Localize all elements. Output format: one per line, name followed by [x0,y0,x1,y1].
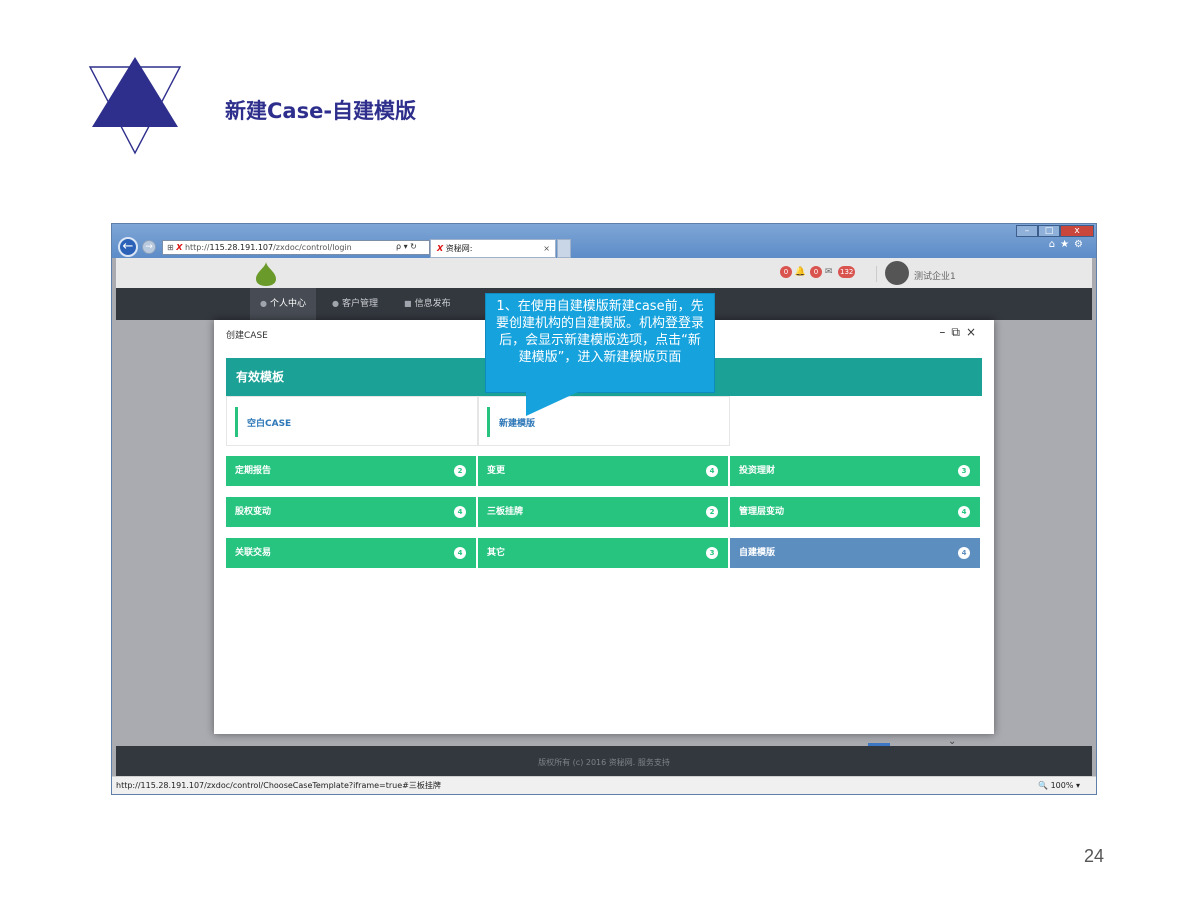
document-icon: ■ [404,299,412,308]
close-icon[interactable]: × [966,325,982,339]
callout-tail [526,392,578,416]
minimize-icon[interactable]: – [939,325,951,339]
forward-button[interactable]: → [142,240,156,254]
tile-custom-template[interactable]: 自建模版 4 [730,538,980,568]
nav-item-personal-center[interactable]: ● 个人中心 [250,288,316,320]
new-tab-button[interactable] [557,239,571,258]
tile-count: 4 [958,506,970,518]
tile-neeq-listing[interactable]: 三板挂牌 2 [478,497,728,527]
tile-count: 4 [454,547,466,559]
browser-titlebar: – □ x ← → ⊞ X http://115.28.191.107/zxdo… [112,224,1096,258]
nav-label: 个人中心 [269,299,306,309]
tile-periodic-report[interactable]: 定期报告 2 [226,456,476,486]
address-bar[interactable]: ⊞ X http://115.28.191.107/zxdoc/control/… [162,240,430,255]
tile-related-transaction[interactable]: 关联交易 4 [226,538,476,568]
message-icon[interactable]: 0 ✉ [810,266,832,278]
home-favorites-settings-icons[interactable]: ⌂★⚙ [1049,239,1088,250]
tab-close-icon[interactable]: × [543,240,550,257]
nav-label: 客户管理 [341,299,378,309]
tile-investment[interactable]: 投资理财 3 [730,456,980,486]
user-name[interactable]: 测试企业1 [914,269,956,282]
maximize-button[interactable]: □ [1038,225,1060,237]
tile-label: 三板挂牌 [487,507,524,517]
slide-title: 新建Case-自建模版 [225,99,417,123]
page-number: 24 [1083,846,1104,866]
tile-count: 4 [706,465,718,477]
new-template-card[interactable]: 新建模版 [478,396,730,446]
expand-icon[interactable]: ⧉ [951,325,966,339]
tab-label: 资秘网: [445,244,473,253]
card-accent [487,407,490,437]
card-accent [235,407,238,437]
blank-case-card[interactable]: 空白CASE [226,396,478,446]
nav-item-info-publish[interactable]: ■ 信息发布 [394,288,461,320]
close-window-button[interactable]: x [1060,225,1094,237]
nav-label: 信息发布 [414,299,451,309]
tile-count: 4 [454,506,466,518]
chat-icon: ● [332,299,339,308]
task-badge: 132 [838,266,856,278]
tile-label: 自建模版 [739,548,776,558]
tile-label: 其它 [487,548,506,558]
tile-label: 股权变动 [235,507,272,517]
message-badge: 0 [810,266,822,278]
back-button[interactable]: ← [118,237,138,257]
modal-controls: –⧉× [939,325,982,340]
zoom-value: 100% [1050,781,1074,790]
callout-annotation: 1、在使用自建模版新建case前，先要创建机构的自建模版。机构登登录后，会显示新… [485,293,715,393]
tile-label: 管理层变动 [739,507,785,517]
tile-count: 2 [706,506,718,518]
url-host: 115.28.191.107 [209,243,274,252]
tile-count: 2 [454,465,466,477]
app-footer: 版权所有 (c) 2016 资秘网. 服务支持 [116,746,1092,776]
notification-bell[interactable]: 0 🔔 [780,266,806,278]
notification-badge: 0 [780,266,792,278]
app-header: 0 🔔 0 ✉ 132 测试企业1 [116,258,1092,288]
tile-label: 定期报告 [235,466,272,476]
search-refresh-icons[interactable]: ρ ▾ ↻ [396,240,417,253]
browser-tab[interactable]: X 资秘网: × [430,239,556,258]
tile-count: 4 [958,547,970,559]
tile-count: 3 [706,547,718,559]
tile-label: 投资理财 [739,466,776,476]
page-icon: ⊞ [167,243,177,252]
logo-triangles-icon [88,57,182,155]
modal-title: 创建CASE [226,331,268,341]
leaf-logo-icon [256,262,276,286]
tile-label: 变更 [487,466,506,476]
tile-management-change[interactable]: 管理层变动 4 [730,497,980,527]
tile-equity-change[interactable]: 股权变动 4 [226,497,476,527]
header-divider [876,266,877,282]
tile-change[interactable]: 变更 4 [478,456,728,486]
site-x-icon: X [176,243,183,252]
status-url: http://115.28.191.107/zxdoc/control/Choo… [116,781,441,790]
tile-other[interactable]: 其它 3 [478,538,728,568]
card-label: 新建模版 [499,419,536,429]
tab-favicon: X [437,244,444,253]
card-label: 空白CASE [247,419,292,429]
tile-count: 3 [958,465,970,477]
status-bar: http://115.28.191.107/zxdoc/control/Choo… [112,776,1096,794]
window-controls: – □ x [1016,225,1094,237]
url-path: /zxdoc/control/login [273,243,352,252]
zoom-level[interactable]: 🔍 100% ▾ [1038,777,1080,794]
minimize-button[interactable]: – [1016,225,1038,237]
nav-item-customers[interactable]: ● 客户管理 [322,288,388,320]
user-icon: ● [260,299,267,308]
tile-label: 关联交易 [235,548,272,558]
task-icon[interactable]: 132 [838,266,856,278]
avatar[interactable] [885,261,909,285]
